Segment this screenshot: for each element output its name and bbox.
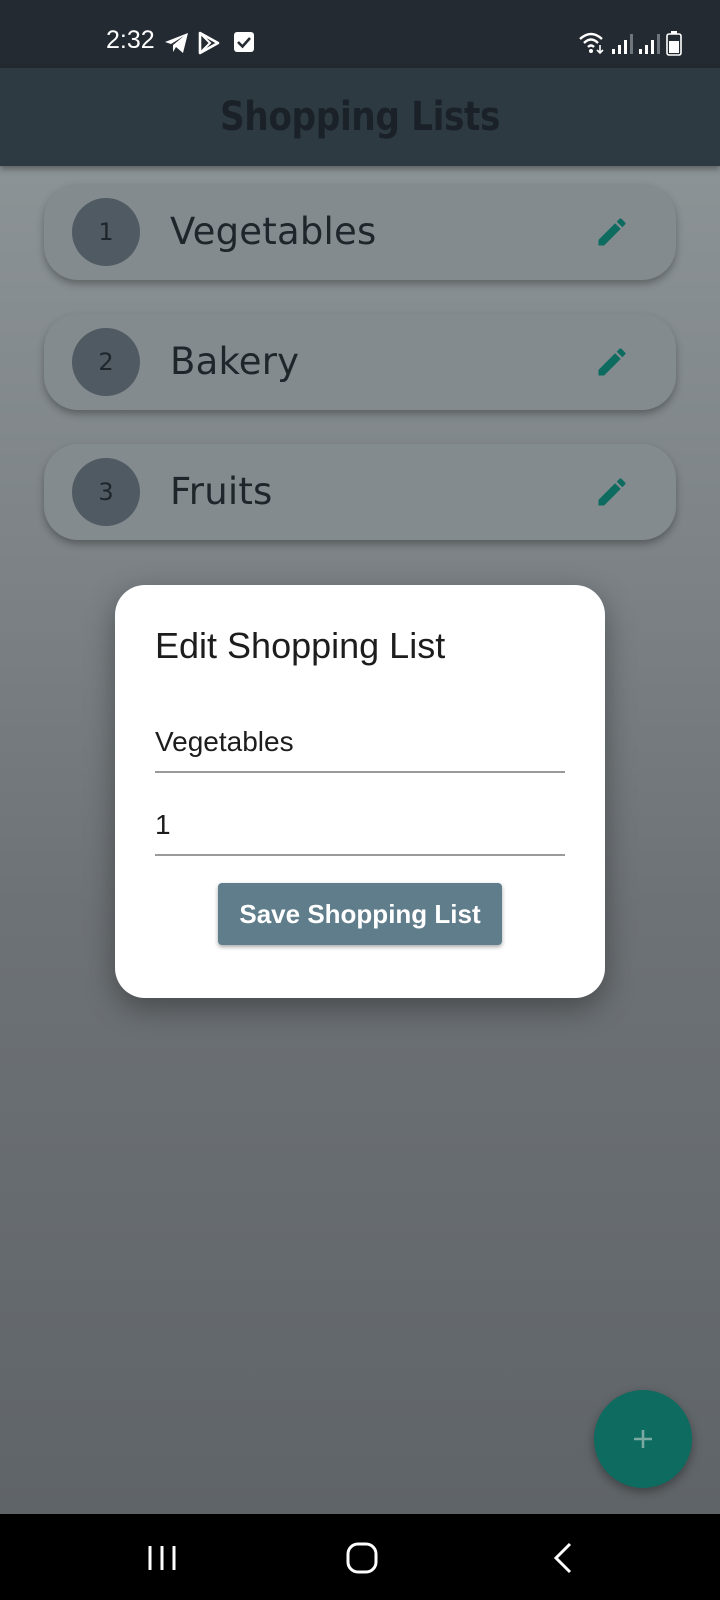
list-priority-field[interactable] [155,786,565,856]
edit-icon[interactable] [594,344,630,380]
save-button[interactable]: Save Shopping List [218,883,502,945]
list-item-number: 1 [72,198,140,266]
list-item[interactable]: 1 Vegetables [44,184,676,280]
back-button[interactable] [542,1536,586,1580]
page-title: Shopping Lists [219,94,501,140]
play-store-icon [198,31,220,55]
list-item-name: Bakery [170,340,300,383]
list-item-name: Vegetables [170,210,377,253]
edit-icon[interactable] [594,474,630,510]
dialog-title: Edit Shopping List [155,625,446,666]
add-list-button[interactable] [594,1390,692,1488]
list-item-number: 2 [72,328,140,396]
home-icon [346,1542,378,1574]
battery-icon [666,31,682,56]
check-box-icon [234,32,254,52]
signal-icon [612,34,633,54]
navigation-bar [0,1514,720,1600]
app-bar: Shopping Lists [0,68,720,166]
list-item[interactable]: 2 Bakery [44,314,676,410]
list-name-field[interactable] [155,703,565,773]
plus-icon [634,1430,652,1448]
telegram-icon [165,33,188,53]
wifi-icon [579,32,604,55]
edit-icon[interactable] [594,214,630,250]
edit-list-dialog: Edit Shopping List Save Shopping List [115,585,605,998]
home-button[interactable] [340,1536,384,1580]
list-item-name: Fruits [170,470,273,513]
recent-apps-icon [148,1546,176,1570]
list-item-number: 3 [72,458,140,526]
status-bar: 2:32 [0,0,720,68]
list-item[interactable]: 3 Fruits [44,444,676,540]
back-icon [553,1542,572,1574]
recent-apps-button[interactable] [140,1536,184,1580]
status-time: 2:32 [106,26,155,54]
signal-icon [639,34,660,54]
